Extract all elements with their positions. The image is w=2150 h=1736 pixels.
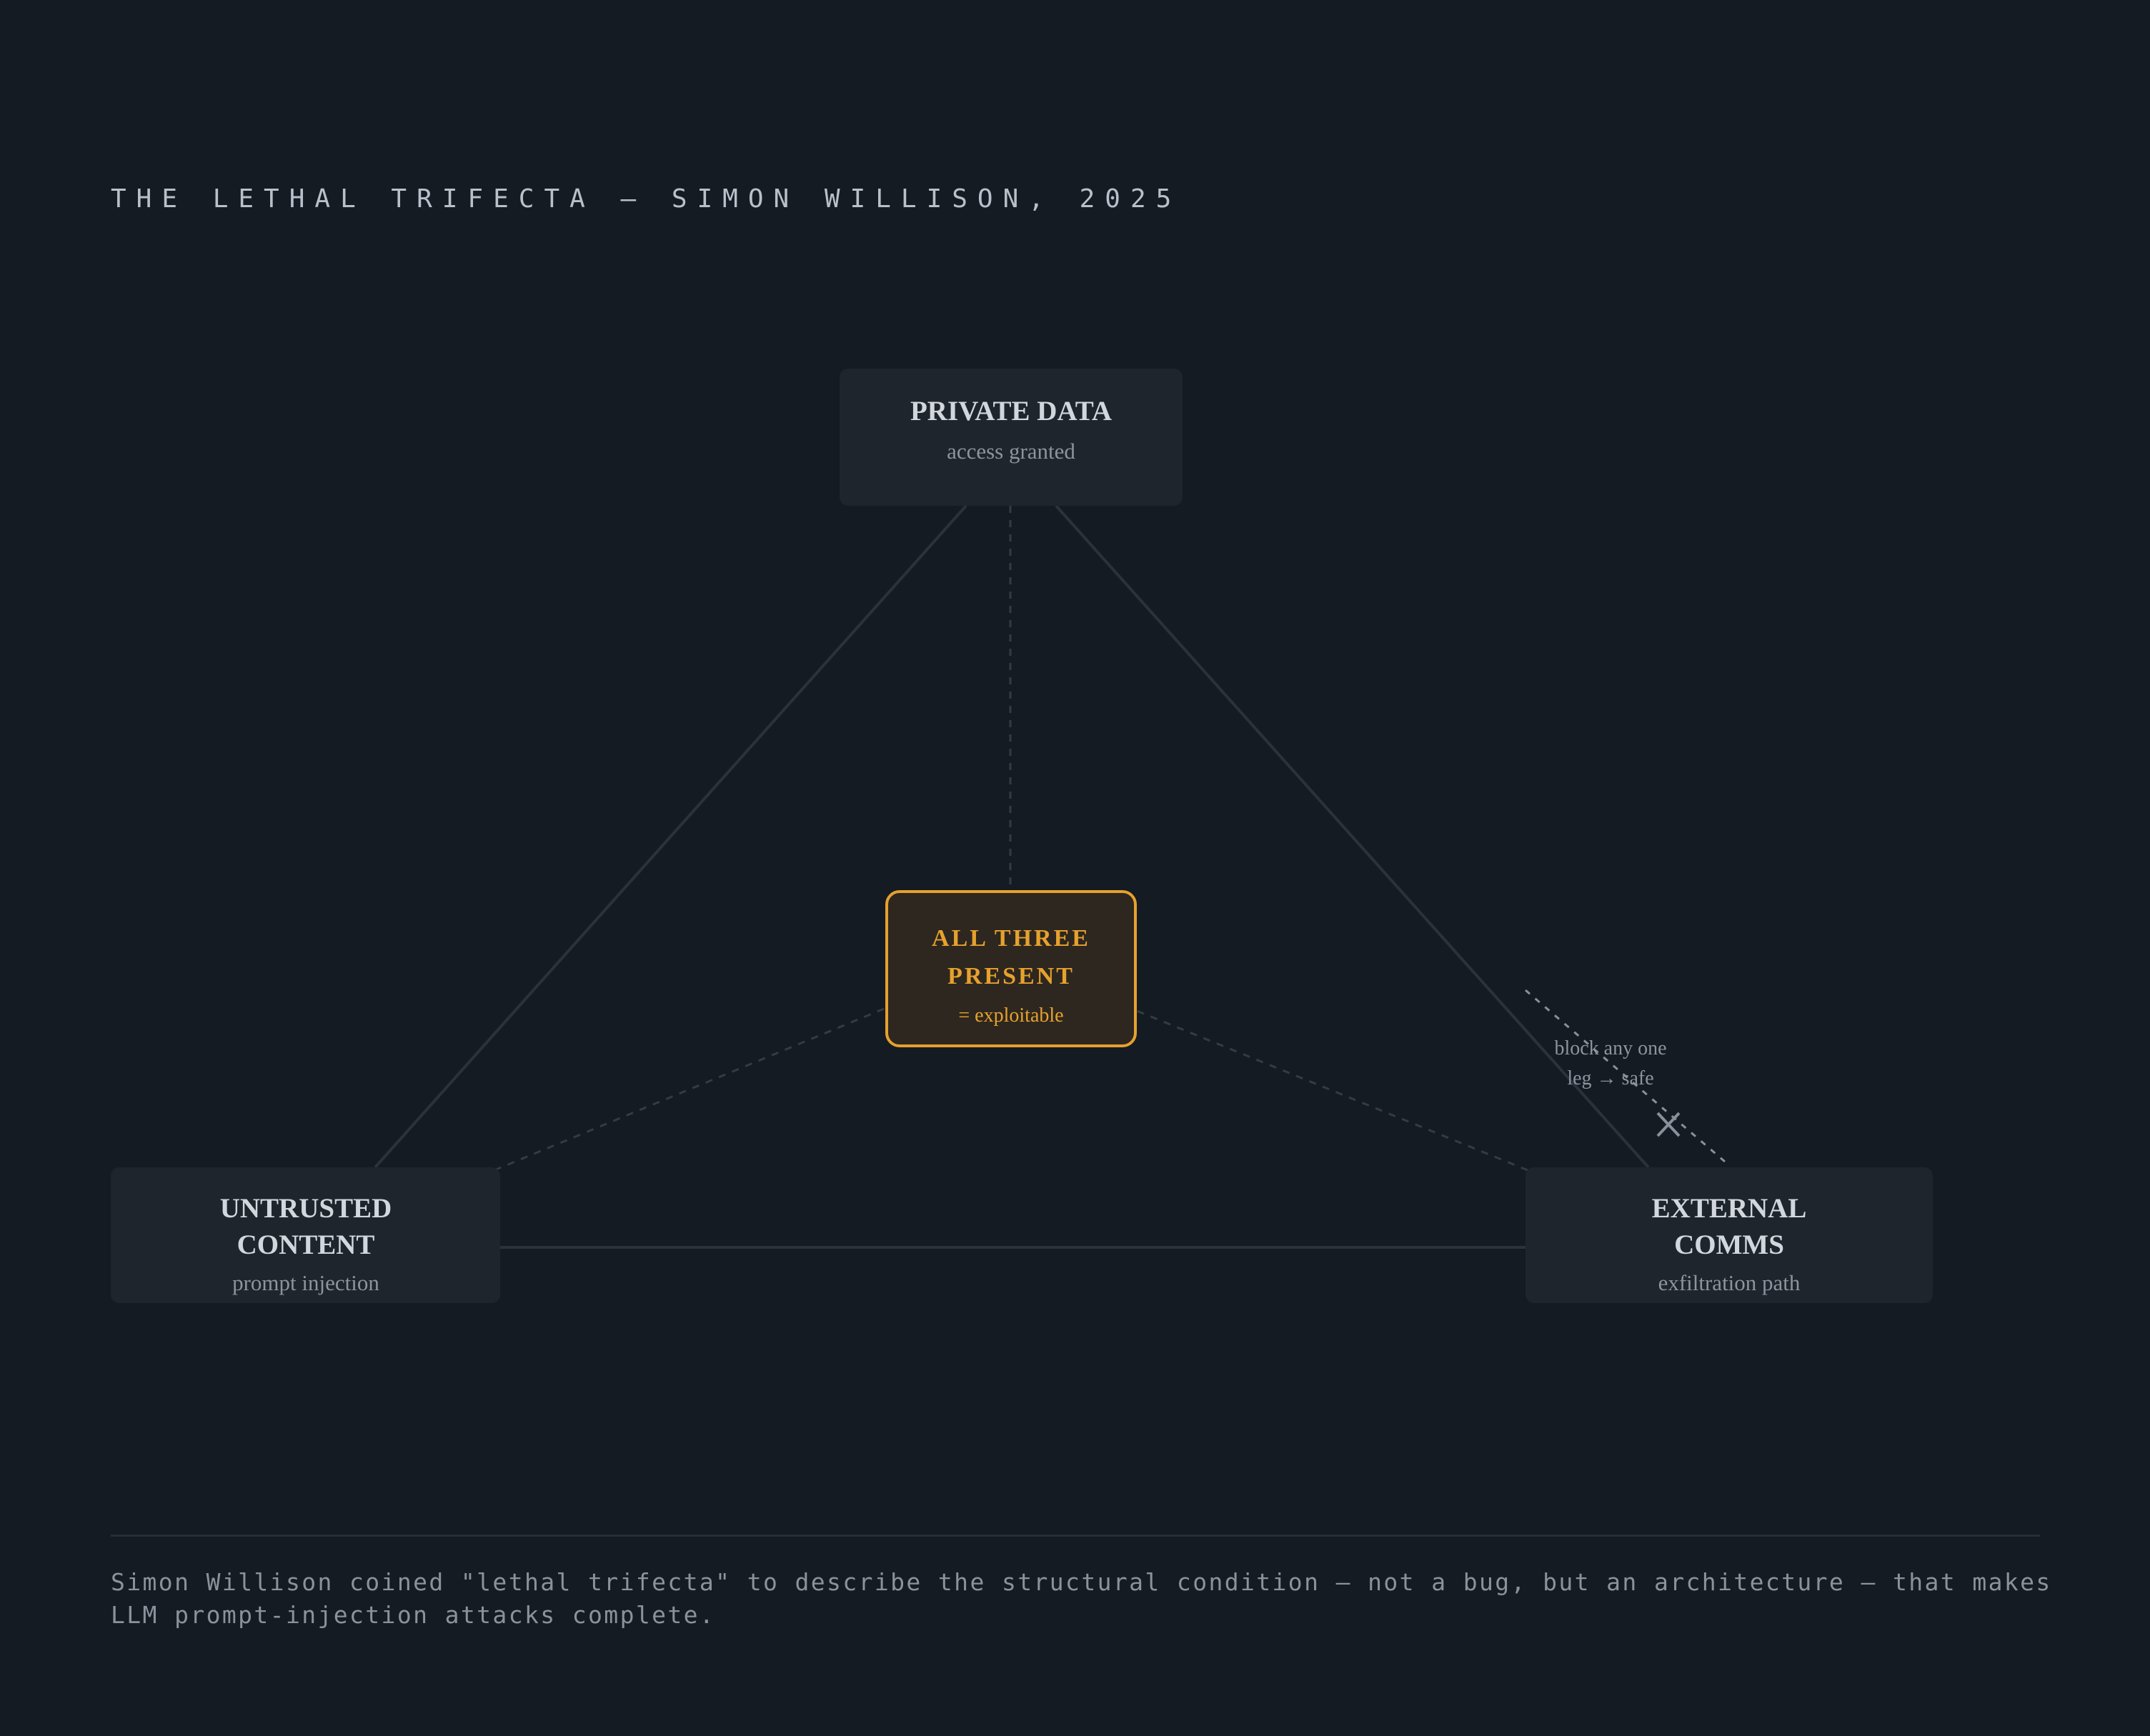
close-icon	[1656, 1112, 1681, 1137]
node-untrusted-content: UNTRUSTED CONTENT prompt injection	[111, 1167, 500, 1303]
footer-divider	[111, 1535, 2040, 1537]
node-subtitle: prompt injection	[232, 1270, 379, 1295]
node-subtitle: exfiltration path	[1658, 1270, 1801, 1295]
node-private-data: PRIVATE DATA access granted	[840, 369, 1183, 506]
node-title-line1: EXTERNAL	[1652, 1193, 1807, 1224]
center-title-line1: ALL THREE	[932, 925, 1090, 952]
diagram-canvas: THE LETHAL TRIFECTA — SIMON WILLISON, 20…	[0, 0, 2150, 1736]
trifecta-diagram: PRIVATE DATA access granted UNTRUSTED CO…	[111, 369, 1933, 1303]
footer-caption: Simon Willison coined "lethal trifecta" …	[111, 1568, 2052, 1629]
node-title-line1: UNTRUSTED	[220, 1193, 392, 1224]
node-subtitle: access granted	[947, 439, 1075, 464]
annotation-line2: leg → safe	[1567, 1067, 1653, 1089]
annotation-line1: block any one	[1554, 1037, 1666, 1059]
node-title-line2: COMMS	[1674, 1229, 1784, 1260]
edge-private-untrusted	[374, 504, 967, 1169]
spoke-external-center	[1085, 989, 1528, 1172]
center-subtitle: = exploitable	[958, 1004, 1063, 1027]
block-annotation: block any one leg → safe	[1554, 1037, 1681, 1137]
node-title-line2: CONTENT	[237, 1229, 375, 1260]
spoke-untrusted-center	[494, 989, 930, 1172]
node-external-comms: EXTERNAL COMMS exfiltration path	[1526, 1167, 1933, 1303]
edge-private-external	[1055, 504, 1650, 1169]
node-all-three-present: ALL THREE PRESENT = exploitable	[885, 890, 1137, 1047]
center-title-line2: PRESENT	[947, 963, 1075, 989]
node-title: PRIVATE DATA	[910, 396, 1112, 426]
